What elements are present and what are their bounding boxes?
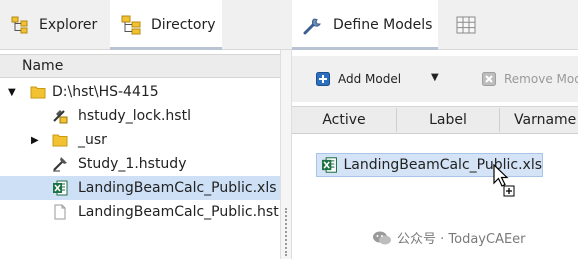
explorer-icon	[11, 16, 28, 34]
directory-tree-icon	[121, 15, 141, 35]
splitter-grip[interactable]	[285, 208, 287, 256]
add-model-dropdown-icon[interactable]: ▼	[431, 72, 439, 83]
tree-item-label: D:\hst\HS-4415	[52, 84, 159, 100]
remove-icon	[482, 72, 496, 86]
tree-item-label: Study_1.hstudy	[78, 156, 187, 172]
watermark-text: 公众号 · TodayCAEer	[397, 232, 526, 247]
tree-item-label: LandingBeamCalc_Public.hstp	[78, 204, 288, 220]
tree-item-usr-folder[interactable]: ▶ _usr	[0, 128, 280, 152]
tab-define-models-label: Define Models	[333, 17, 433, 33]
study-lock-icon	[53, 110, 68, 124]
add-model-button[interactable]: Add Model	[316, 70, 401, 88]
name-column-header-label: Name	[22, 58, 64, 74]
mouse-cursor-icon	[493, 164, 515, 197]
wrench-icon	[303, 18, 321, 35]
tab-grid-view[interactable]	[452, 0, 488, 50]
file-icon	[54, 204, 66, 220]
remove-model-button[interactable]: Remove Mod	[482, 70, 578, 88]
name-column-header[interactable]: Name	[0, 54, 280, 78]
tab-directory-label: Directory	[151, 17, 216, 33]
excel-file-icon	[53, 180, 68, 196]
column-divider[interactable]	[499, 108, 500, 132]
expanded-arrow-icon[interactable]: ▼	[8, 87, 16, 98]
column-header-label[interactable]: Label	[397, 106, 499, 134]
tree-item-label: _usr	[78, 132, 107, 148]
add-model-label: Add Model	[338, 72, 402, 86]
column-header-active[interactable]: Active	[292, 106, 396, 134]
folder-icon	[52, 134, 68, 147]
folder-icon	[30, 86, 46, 99]
grid-view-icon	[456, 16, 476, 34]
tree-item-label: hstudy_lock.hstl	[78, 108, 191, 124]
tree-item-study-file[interactable]: Study_1.hstudy	[0, 152, 280, 176]
column-header-varname[interactable]: Varname	[514, 106, 578, 134]
tab-explorer[interactable]: Explorer	[0, 0, 108, 50]
tree-item-root-folder[interactable]: ▼ D:\hst\HS-4415	[0, 80, 280, 104]
watermark: 公众号 · TodayCAEer	[372, 228, 526, 247]
tab-explorer-label: Explorer	[39, 17, 98, 33]
remove-model-label: Remove Mod	[504, 72, 578, 86]
tree-item-xls-file[interactable]: LandingBeamCalc_Public.xls	[0, 176, 280, 200]
tab-directory[interactable]: Directory	[110, 0, 222, 50]
collapsed-arrow-icon[interactable]: ▶	[31, 135, 39, 146]
tree-item-lock-file[interactable]: hstudy_lock.hstl	[0, 104, 280, 128]
tree-item-label: LandingBeamCalc_Public.xls	[78, 180, 277, 196]
add-icon	[316, 72, 330, 86]
tree-item-hstp-file[interactable]: LandingBeamCalc_Public.hstp	[0, 200, 288, 224]
excel-file-icon	[322, 157, 337, 173]
tab-define-models[interactable]: Define Models	[292, 0, 438, 50]
wechat-icon	[373, 231, 391, 244]
study-icon	[53, 157, 67, 172]
